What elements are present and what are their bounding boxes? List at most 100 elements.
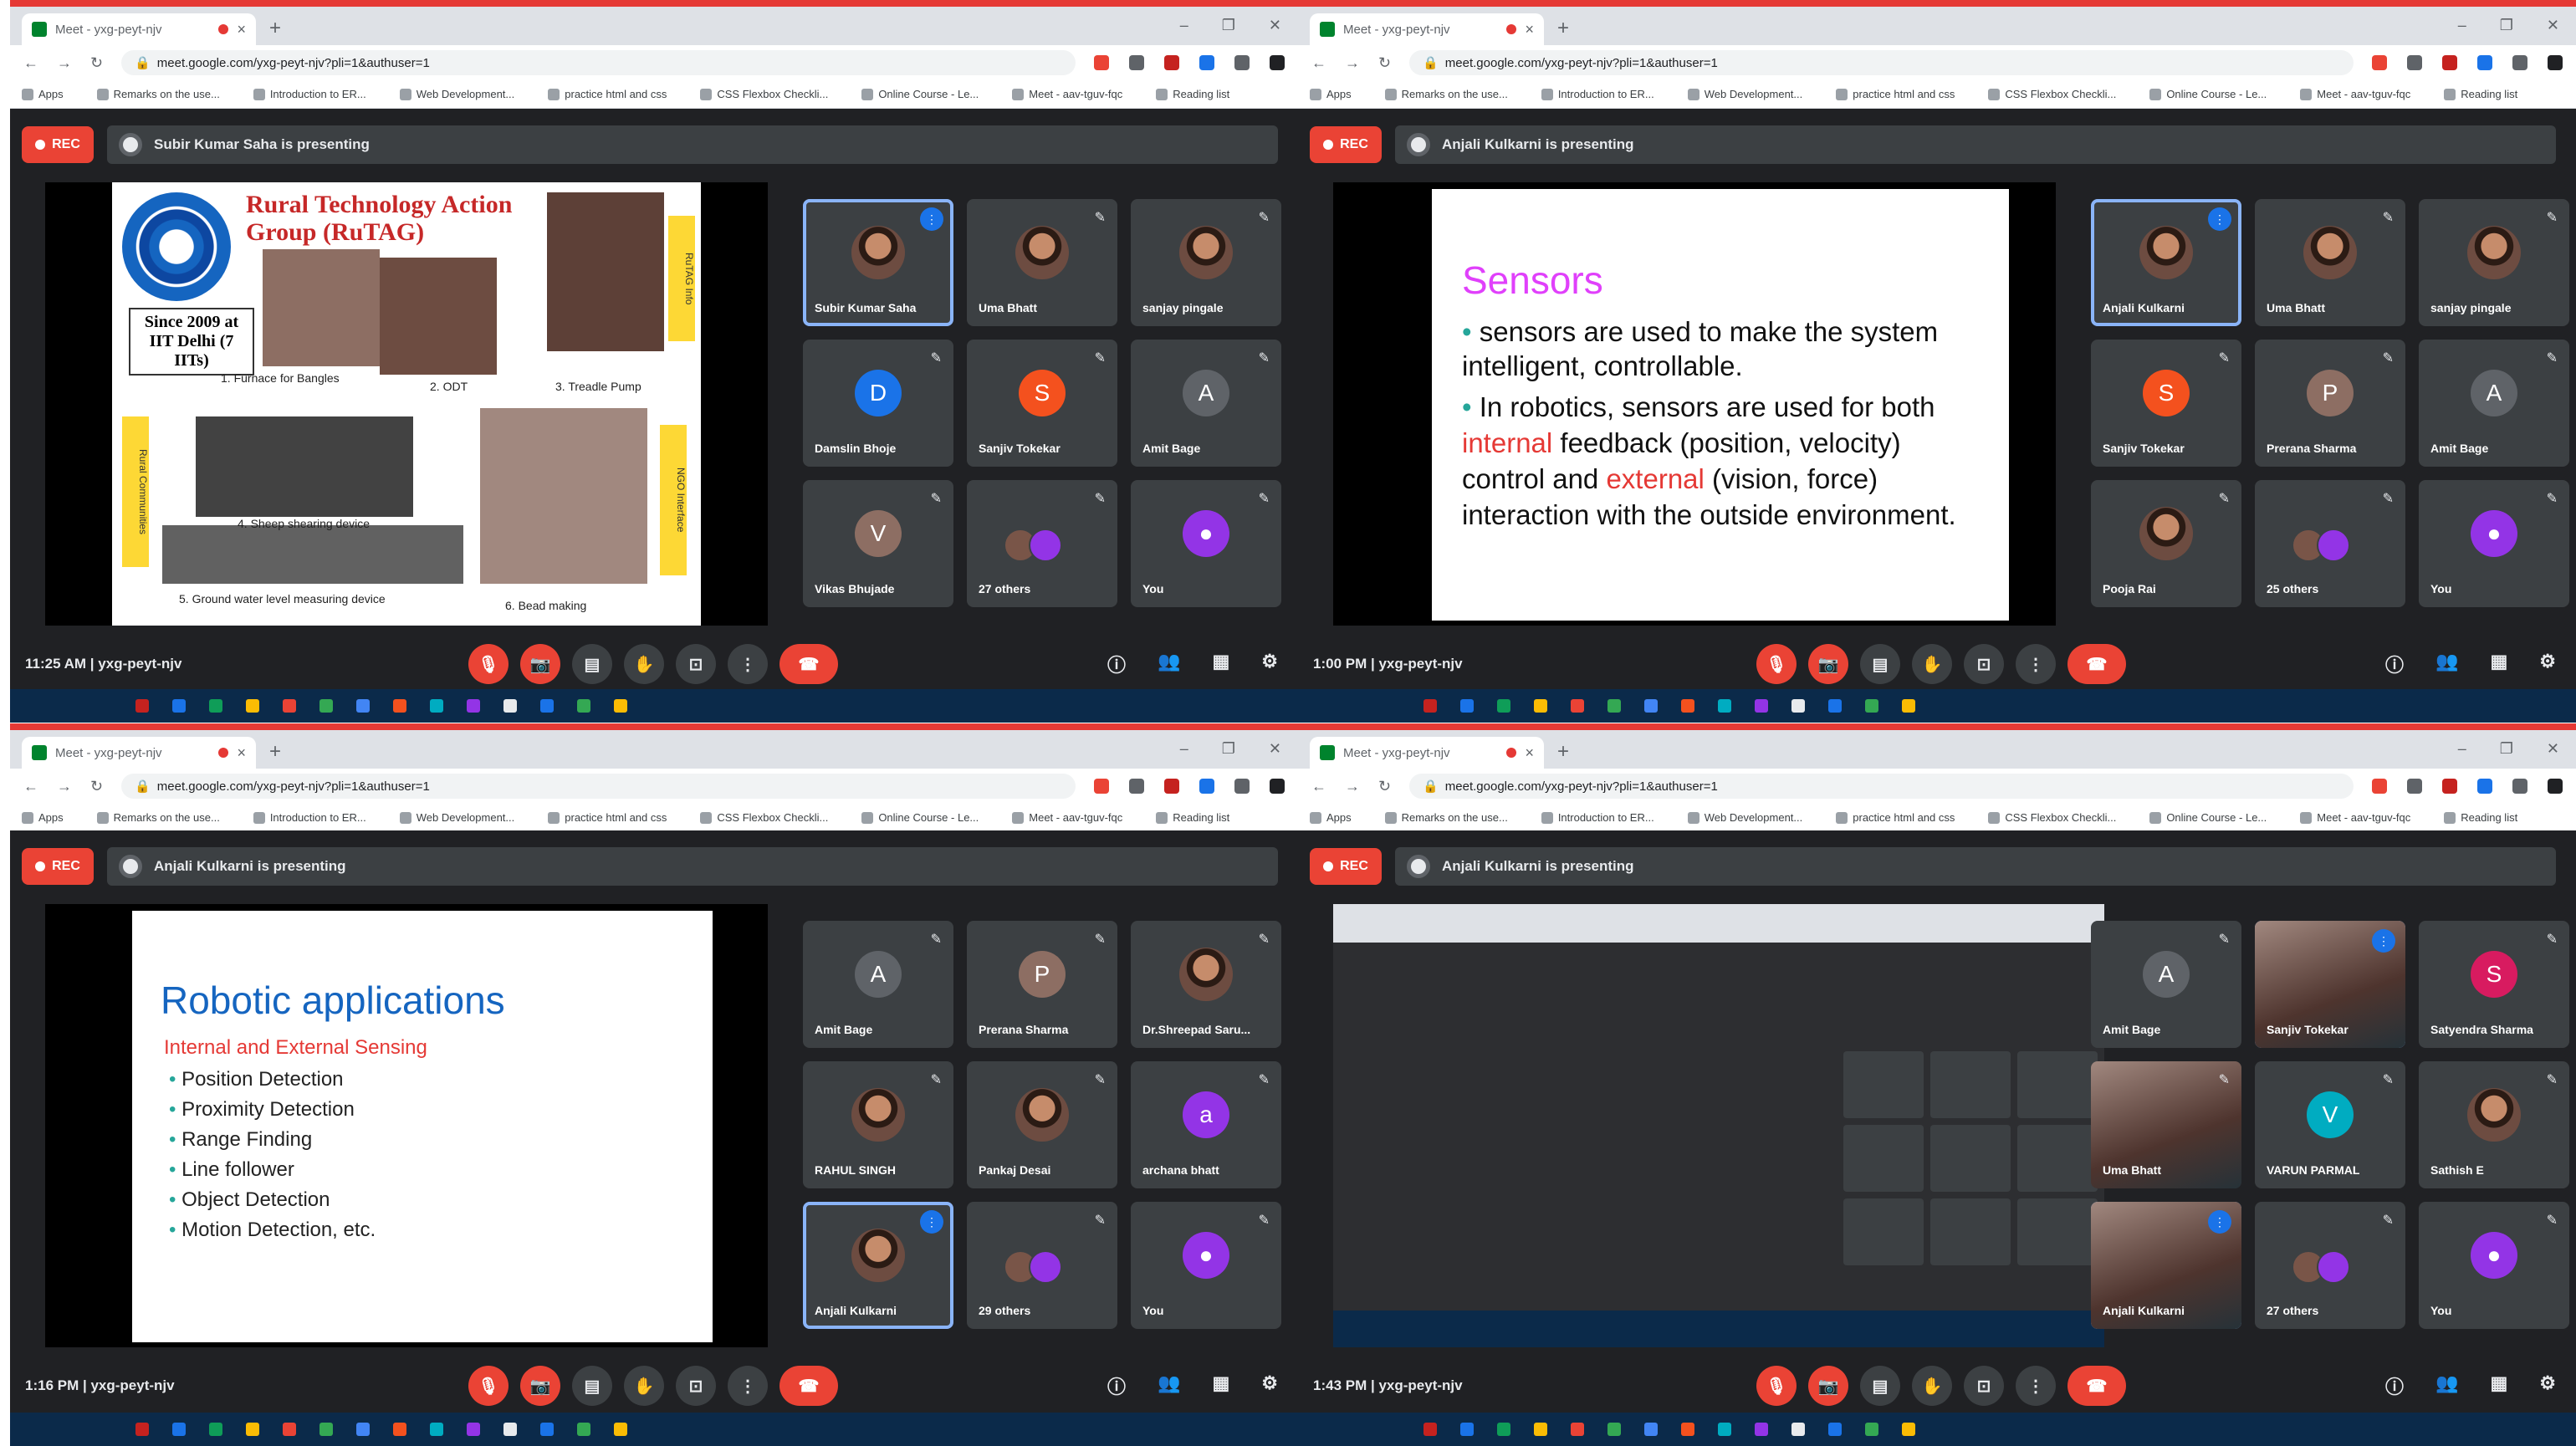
participant-tile[interactable]: ✎ Uma Bhatt (2255, 199, 2405, 326)
participant-tile[interactable]: ● ✎ You (1131, 480, 1281, 607)
maximize-button[interactable]: ❐ (2500, 17, 2513, 34)
extension-icon[interactable] (2548, 55, 2563, 70)
taskbar-app-icon[interactable] (577, 699, 590, 713)
participant-tile[interactable]: ⋮ Subir Kumar Saha (803, 199, 953, 326)
bookmark-item[interactable]: Introduction to ER... (253, 88, 366, 101)
bookmark-item[interactable]: Web Development... (399, 88, 514, 101)
bookmark-item[interactable]: Reading list (1156, 88, 1229, 101)
participant-tile[interactable]: ⋮ Anjali Kulkarni (2091, 199, 2241, 326)
bookmark-item[interactable]: Apps (22, 88, 64, 101)
taskbar-app-icon[interactable] (356, 699, 370, 713)
raise-hand-button[interactable]: ✋ (1912, 1366, 1952, 1406)
bookmark-item[interactable]: Remarks on the use... (1384, 88, 1508, 101)
minimize-button[interactable]: – (1180, 17, 1188, 34)
leave-call-button[interactable]: ☎ (2067, 644, 2126, 684)
taskbar-app-icon[interactable] (1644, 1423, 1658, 1436)
extension-icon[interactable] (1199, 55, 1214, 70)
extension-icon[interactable] (2372, 779, 2387, 794)
leave-call-button[interactable]: ☎ (779, 1366, 838, 1406)
bookmark-item[interactable]: practice html and css (548, 88, 667, 101)
participant-tile[interactable]: P ✎ Prerana Sharma (967, 921, 1117, 1048)
back-icon[interactable]: ← (1311, 778, 1326, 795)
participant-tile[interactable]: P ✎ Prerana Sharma (2255, 340, 2405, 467)
reload-icon[interactable]: ↻ (1378, 54, 1391, 72)
people-icon[interactable]: 👥 (1158, 1372, 1180, 1399)
present-button[interactable]: ⊡ (1964, 1366, 2004, 1406)
bookmark-item[interactable]: Web Development... (1687, 88, 1802, 101)
url-field[interactable]: 🔒 meet.google.com/yxg-peyt-njv?pli=1&auth… (1409, 50, 2354, 75)
taskbar-app-icon[interactable] (1865, 699, 1878, 713)
extension-icon[interactable] (2372, 55, 2387, 70)
bookmark-item[interactable]: practice html and css (548, 811, 667, 825)
leave-call-button[interactable]: ☎ (779, 644, 838, 684)
taskbar-app-icon[interactable] (1718, 699, 1731, 713)
taskbar-app-icon[interactable] (135, 1423, 149, 1436)
bookmark-item[interactable]: practice html and css (1836, 811, 1955, 825)
taskbar-app-icon[interactable] (614, 1423, 627, 1436)
bookmark-item[interactable]: Online Course - Le... (2149, 88, 2267, 101)
bookmark-item[interactable]: Online Course - Le... (2149, 811, 2267, 825)
new-tab-button[interactable]: + (1557, 740, 1569, 764)
participant-tile[interactable]: ⋮ Sanjiv Tokekar (2255, 921, 2405, 1048)
taskbar-app-icon[interactable] (503, 699, 517, 713)
taskbar-app-icon[interactable] (1681, 1423, 1694, 1436)
taskbar-app-icon[interactable] (540, 699, 554, 713)
url-field[interactable]: 🔒 meet.google.com/yxg-peyt-njv?pli=1&auth… (121, 774, 1076, 799)
taskbar-app-icon[interactable] (319, 699, 333, 713)
participant-tile[interactable]: A ✎ Amit Bage (2419, 340, 2569, 467)
participant-tile[interactable]: A ✎ Amit Bage (1131, 340, 1281, 467)
browser-tab[interactable]: Meet - yxg-peyt-njv × (1310, 13, 1544, 45)
extension-icon[interactable] (1270, 55, 1285, 70)
bookmark-item[interactable]: Online Course - Le... (861, 88, 979, 101)
extension-icon[interactable] (1199, 779, 1214, 794)
bookmark-item[interactable]: Remarks on the use... (96, 88, 220, 101)
taskbar-app-icon[interactable] (393, 699, 406, 713)
camera-off-button[interactable]: 📷 (520, 644, 560, 684)
forward-icon[interactable]: → (57, 54, 72, 72)
bookmark-item[interactable]: Remarks on the use... (96, 811, 220, 825)
taskbar-app-icon[interactable] (172, 699, 186, 713)
captions-button[interactable]: ▤ (572, 1366, 612, 1406)
taskbar-app-icon[interactable] (246, 699, 259, 713)
chat-icon[interactable]: ▦ (2490, 651, 2507, 677)
leave-call-button[interactable]: ☎ (2067, 1366, 2126, 1406)
bookmark-item[interactable]: Reading list (1156, 811, 1229, 825)
extension-icon[interactable] (2407, 779, 2422, 794)
taskbar-app-icon[interactable] (209, 699, 222, 713)
new-tab-button[interactable]: + (269, 740, 281, 764)
taskbar-app-icon[interactable] (283, 699, 296, 713)
taskbar-app-icon[interactable] (430, 699, 443, 713)
raise-hand-button[interactable]: ✋ (1912, 644, 1952, 684)
participant-tile[interactable]: ⋮ Anjali Kulkarni (803, 1202, 953, 1329)
mic-off-button[interactable]: 🎙 (1756, 1366, 1797, 1406)
participant-tile[interactable]: ✎ Uma Bhatt (967, 199, 1117, 326)
info-icon[interactable]: ⓘ (2385, 1372, 2404, 1399)
taskbar-app-icon[interactable] (1755, 699, 1768, 713)
bookmark-item[interactable]: CSS Flexbox Checkli... (700, 88, 828, 101)
participant-tile[interactable]: ✎ RAHUL SINGH (803, 1061, 953, 1188)
extension-icon[interactable] (2548, 779, 2563, 794)
captions-button[interactable]: ▤ (572, 644, 612, 684)
presenter-banner[interactable]: Anjali Kulkarni is presenting (107, 847, 1278, 886)
close-window-button[interactable]: ✕ (1269, 740, 1281, 758)
activities-icon[interactable]: ⚙ (2539, 1372, 2556, 1399)
taskbar-app-icon[interactable] (467, 699, 480, 713)
participant-tile[interactable]: S ✎ Satyendra Sharma (2419, 921, 2569, 1048)
forward-icon[interactable]: → (1345, 54, 1360, 72)
back-icon[interactable]: ← (23, 54, 38, 72)
participant-tile[interactable]: D ✎ Damslin Bhoje (803, 340, 953, 467)
participant-tile[interactable]: ● ✎ You (1131, 1202, 1281, 1329)
people-icon[interactable]: 👥 (2435, 651, 2458, 677)
participant-tile[interactable]: ✎ Uma Bhatt (2091, 1061, 2241, 1188)
taskbar-app-icon[interactable] (1607, 1423, 1621, 1436)
activities-icon[interactable]: ⚙ (1261, 651, 1278, 677)
taskbar-app-icon[interactable] (1718, 1423, 1731, 1436)
bookmark-item[interactable]: Meet - aav-tguv-fqc (1012, 811, 1122, 825)
bookmark-item[interactable]: Meet - aav-tguv-fqc (2300, 811, 2410, 825)
close-tab-icon[interactable]: × (1525, 21, 1534, 38)
present-button[interactable]: ⊡ (676, 644, 716, 684)
minimize-button[interactable]: – (2458, 740, 2466, 758)
taskbar-app-icon[interactable] (1534, 699, 1547, 713)
taskbar-app-icon[interactable] (1791, 699, 1805, 713)
new-tab-button[interactable]: + (269, 17, 281, 40)
